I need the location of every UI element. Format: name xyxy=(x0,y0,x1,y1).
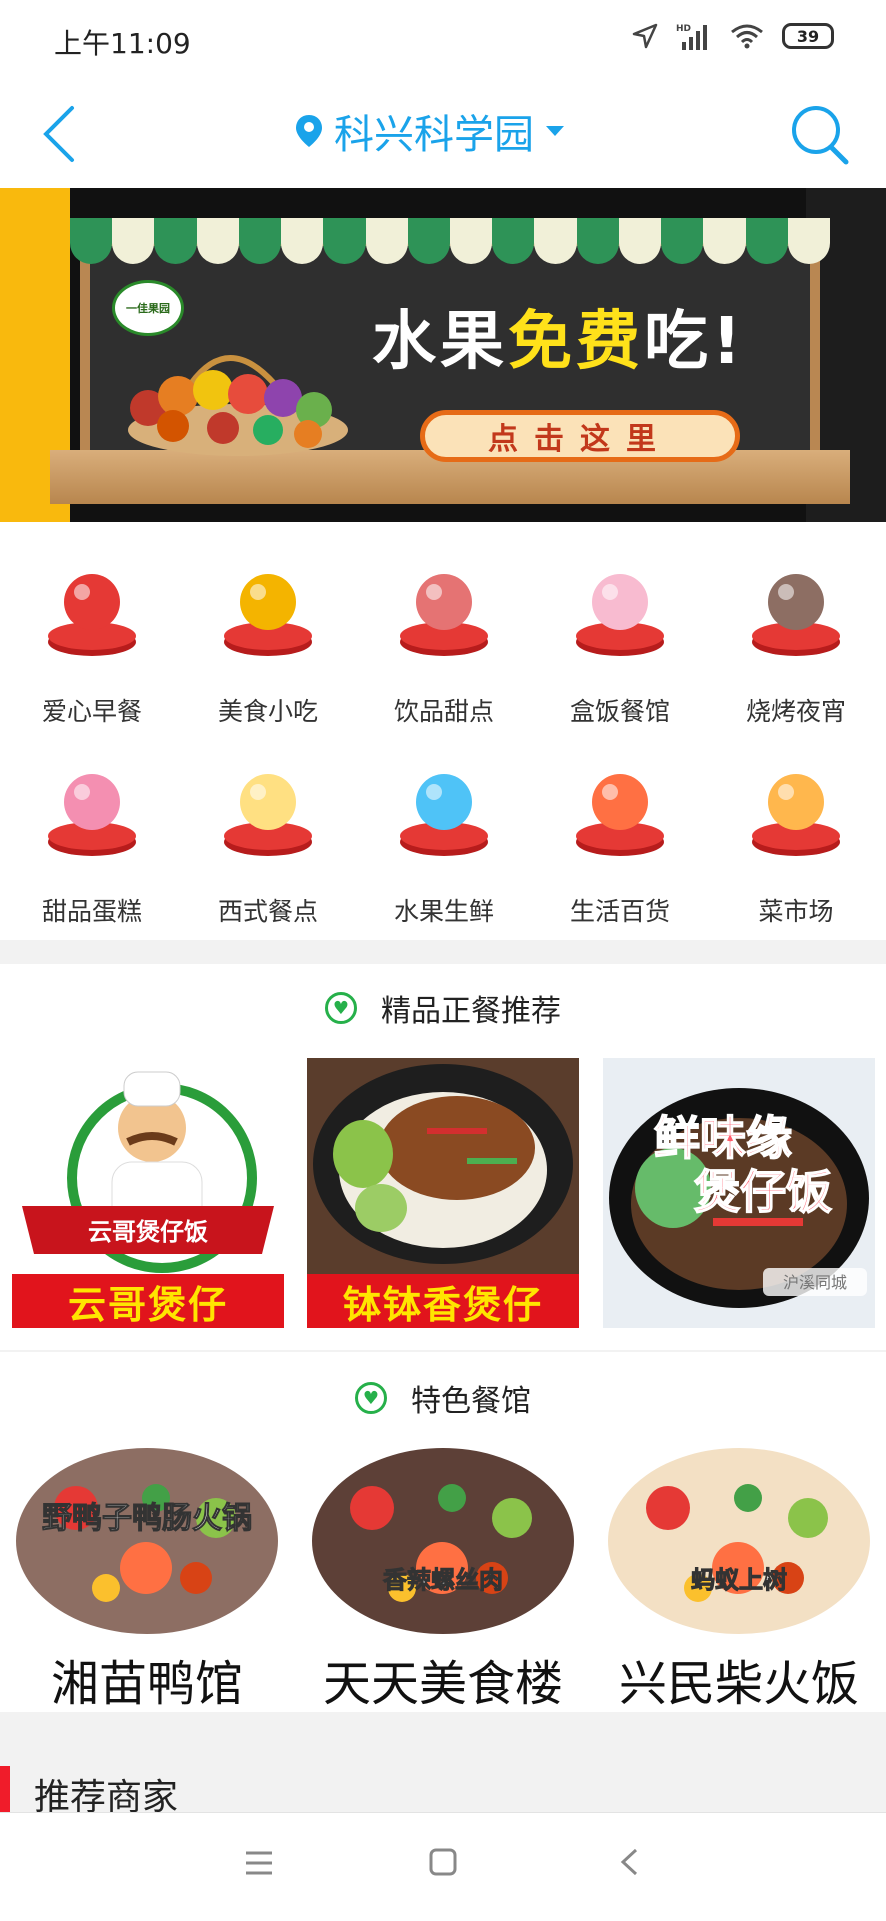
home-icon[interactable] xyxy=(428,1847,458,1877)
category-10[interactable]: 菜市场 xyxy=(708,732,884,928)
specialty-section: ♥ 特色餐馆 野鸭子鸭肠火锅湘苗鸭馆 香辣螺丝肉天天美食楼 蚂蚁上树兴民柴火饭 xyxy=(0,1352,886,1712)
breakfast-icon xyxy=(48,574,136,656)
category-label: 菜市场 xyxy=(758,897,834,926)
chef-mascot-image: 云哥煲仔饭 xyxy=(22,1071,274,1273)
caret-down-icon xyxy=(546,126,564,136)
specialty-section-title: ♥ 特色餐馆 xyxy=(0,1376,886,1420)
heart-icon: ♥ xyxy=(325,992,357,1024)
specialty-dish-text: 野鸭子鸭肠火锅 xyxy=(42,1501,252,1536)
wifi-icon xyxy=(731,24,763,49)
location-name: 科兴科学园 xyxy=(334,112,534,158)
featured-section: ♥ 精品正餐推荐 云哥煲仔饭 云哥煲仔 钵钵香煲仔 鲜味缘 煲仔饭 沪溪同城 xyxy=(0,964,886,1350)
specialty-item-2-image[interactable]: 香辣螺丝肉 xyxy=(312,1448,574,1634)
category-5[interactable]: 烧烤夜宵 xyxy=(708,532,884,728)
banner-click-here-button[interactable]: 点击这里 xyxy=(420,410,740,462)
banner-title: 水果免费吃! xyxy=(372,305,746,379)
category-label: 水果生鲜 xyxy=(393,897,494,926)
specialty-item-3-name[interactable]: 兴民柴火饭 xyxy=(594,1644,884,1714)
specialty-item-2-name[interactable]: 天天美食楼 xyxy=(298,1644,588,1714)
chevron-left-icon xyxy=(43,106,74,162)
featured-item-3[interactable]: 鲜味缘 煲仔饭 沪溪同城 xyxy=(603,1058,875,1328)
category-8[interactable]: 水果生鲜 xyxy=(356,732,532,928)
top-header: 科兴科学园 xyxy=(0,80,886,188)
category-7[interactable]: 西式餐点 xyxy=(180,732,356,928)
map-pin-icon xyxy=(296,115,322,147)
category-1[interactable]: 爱心早餐 xyxy=(4,532,180,728)
category-label: 盒饭餐馆 xyxy=(569,697,670,726)
heart-icon: ♥ xyxy=(355,1382,387,1414)
svg-text:HD: HD xyxy=(676,24,691,34)
category-9[interactable]: 生活百货 xyxy=(532,732,708,928)
category-3[interactable]: 饮品甜点 xyxy=(356,532,532,728)
cake-icon xyxy=(48,774,136,856)
specialty-item-3-image[interactable]: 蚂蚁上树 xyxy=(608,1448,870,1634)
system-nav-bar xyxy=(0,1812,886,1921)
featured-item-1-caption: 云哥煲仔 xyxy=(12,1274,284,1328)
category-label: 生活百货 xyxy=(569,897,670,926)
groceries-icon xyxy=(576,774,664,856)
recommend-merchants-header: 推荐商家 xyxy=(0,1740,886,1820)
back-button[interactable] xyxy=(36,98,96,168)
boxed-meal-icon xyxy=(576,574,664,656)
specialty-item-1-name[interactable]: 湘苗鸭馆 xyxy=(2,1644,292,1714)
drink-icon xyxy=(400,574,488,656)
location-selector[interactable]: 科兴科学园 xyxy=(294,102,566,160)
category-2[interactable]: 美食小吃 xyxy=(180,532,356,728)
western-food-icon xyxy=(224,774,312,856)
back-nav-icon[interactable] xyxy=(618,1847,640,1877)
market-icon xyxy=(752,774,840,856)
specialty-title-text: 特色餐馆 xyxy=(411,1384,531,1419)
claypot-rice-image-2: 鲜味缘 煲仔饭 沪溪同城 xyxy=(609,1088,869,1308)
category-label: 甜品蛋糕 xyxy=(41,897,142,926)
category-label: 西式餐点 xyxy=(217,897,318,926)
battery-icon: 39 xyxy=(782,23,834,49)
featured-item-1-sign: 云哥煲仔饭 xyxy=(88,1218,208,1246)
featured-item-3-overlay: 鲜味缘 xyxy=(654,1111,792,1165)
category-6[interactable]: 甜品蛋糕 xyxy=(4,732,180,928)
category-label: 美食小吃 xyxy=(217,697,318,726)
location-arrow-icon xyxy=(632,23,658,49)
featured-title-text: 精品正餐推荐 xyxy=(381,994,561,1029)
specialty-list: 野鸭子鸭肠火锅湘苗鸭馆 香辣螺丝肉天天美食楼 蚂蚁上树兴民柴火饭 xyxy=(0,1448,886,1712)
fruit-icon xyxy=(400,774,488,856)
snack-icon xyxy=(224,574,312,656)
search-button[interactable] xyxy=(784,94,854,174)
category-4[interactable]: 盒饭餐馆 xyxy=(532,532,708,728)
category-label: 爱心早餐 xyxy=(41,697,142,726)
claypot-rice-image xyxy=(313,1064,573,1264)
status-icons: HD 39 xyxy=(632,22,834,50)
status-bar: 上午11:09 HD 39 xyxy=(0,0,886,80)
specialty-item-1-image[interactable]: 野鸭子鸭肠火锅 xyxy=(16,1448,278,1634)
featured-section-title: ♥ 精品正餐推荐 xyxy=(0,986,886,1030)
fruit-basket-image xyxy=(128,355,348,456)
promo-banner[interactable]: 一佳果园 水果免费吃! 点击这里 xyxy=(0,188,886,522)
category-grid: 爱心早餐 美食小吃 饮品甜点 盒饭餐馆 烧烤夜宵甜品蛋糕 西式餐点 水果生鲜 生活百货 菜市场 xyxy=(0,522,886,940)
banner-awning xyxy=(70,218,830,264)
specialty-dish-text: 香辣螺丝肉 xyxy=(383,1565,503,1594)
featured-item-2[interactable]: 钵钵香煲仔 xyxy=(307,1058,579,1328)
status-time: 上午11:09 xyxy=(54,27,191,60)
featured-item-1[interactable]: 云哥煲仔饭 云哥煲仔 xyxy=(12,1058,284,1328)
bbq-icon xyxy=(752,574,840,656)
specialty-dish-text: 蚂蚁上树 xyxy=(691,1565,787,1594)
svg-text:煲仔饭: 煲仔饭 xyxy=(694,1165,832,1219)
category-label: 烧烤夜宵 xyxy=(745,697,846,726)
fruit-shop-logo: 一佳果园 xyxy=(112,280,184,336)
search-icon xyxy=(792,106,849,165)
section-accent-bar xyxy=(0,1766,10,1816)
signal-icon: HD xyxy=(676,24,707,50)
category-label: 饮品甜点 xyxy=(393,697,494,726)
menu-icon[interactable] xyxy=(244,1849,274,1877)
watermark-text: 沪溪同城 xyxy=(783,1273,847,1292)
featured-item-2-caption: 钵钵香煲仔 xyxy=(307,1274,579,1328)
